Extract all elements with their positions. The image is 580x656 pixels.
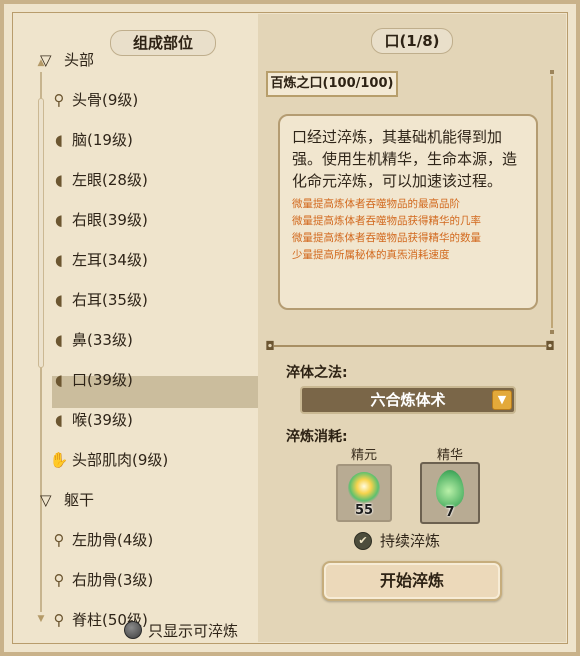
bone-icon: ⚲ [53,571,65,589]
continuous-checkbox[interactable]: ✔ [354,532,372,550]
part-item-throat[interactable]: ◖ 喉(39级) [48,404,133,436]
bone-icon: ⚲ [53,91,65,109]
bone-icon: ⚲ [53,531,65,549]
section-divider: ◘ ◘ [264,340,556,352]
part-label: 左耳(34级) [72,251,148,269]
bonus-line: 少量提高所属秘体的真炁消耗速度 [292,249,450,261]
bonus-line: 微量提高炼体者吞噬物品获得精华的数量 [292,232,481,244]
method-value: 六合炼体术 [370,391,446,409]
essence-orb-icon [348,472,380,504]
method-dropdown[interactable]: 六合炼体术 ▼ [300,386,516,414]
scroll-cap-bottom [550,330,554,334]
filter-toggle[interactable]: 只显示可淬炼 [124,620,238,642]
part-item-right-rib[interactable]: ⚲ 右肋骨(3级) [48,564,154,596]
cost-name-elixir: 精华 [436,448,463,463]
part-label: 右肋骨(3级) [72,571,154,589]
organ-icon: ◖ [55,411,63,429]
part-title: 口(1/8) [371,28,453,54]
part-item-head-muscle[interactable]: ✋ 头部肌肉(9级) [48,444,169,476]
collapse-triangle-icon: ▽ [40,51,52,69]
part-item-left-eye[interactable]: ◖ 左眼(28级) [48,164,148,196]
cost-name-essence: 精元 [350,448,377,463]
category-label: 头部 [64,51,95,69]
part-item-right-eye[interactable]: ◖ 右眼(39级) [48,204,148,236]
collapse-triangle-icon: ▽ [40,491,52,509]
filter-radio-icon[interactable] [124,621,142,639]
cost-count-elixir: 7 [445,505,455,520]
part-item-left-rib[interactable]: ⚲ 左肋骨(4级) [48,524,154,556]
part-label: 脑(19级) [72,131,133,149]
bonus-line: 微量提高炼体者吞噬物品获得精华的几率 [292,215,481,227]
part-item-left-ear[interactable]: ◖ 左耳(34级) [48,244,148,276]
cost-slot-essence[interactable]: 55 [336,464,392,522]
chevron-down-icon[interactable]: ▼ [492,390,512,410]
organ-icon: ◖ [55,211,63,229]
organ-icon: ◖ [55,251,63,269]
part-label: 右眼(39级) [72,211,148,229]
organ-icon: ◖ [55,131,63,149]
divider-line [274,345,546,347]
description-text: 口经过淬炼，其基础机能得到加强。使用生机精华，生命本源，造化命元淬炼，可以加速该… [292,128,518,190]
description-box: 口经过淬炼，其基础机能得到加强。使用生机精华，生命本源，造化命元淬炼，可以加速该… [278,114,538,310]
refine-stage-tab[interactable]: 百炼之口(100/100) [266,71,398,97]
refine-detail-panel: 口(1/8) 百炼之口(100/100) 口经过淬炼，其基础机能得到加强。使用生… [258,14,566,642]
cost-label: 淬炼消耗: [286,429,348,445]
part-label: 右耳(35级) [72,291,148,309]
body-part-panel: 组成部位 ▲ ▼ ▽ 头部 ⚲ 头骨(9级) ◖ 脑(19级) ◖ 左眼(28级) ◖ 右… [14,14,272,642]
continuous-label: 持续淬炼 [380,532,441,550]
knot-ornament-icon: ◘ [545,339,555,353]
part-label: 左肋骨(4级) [72,531,154,549]
category-head[interactable]: ▽ 头部 [40,44,94,76]
category-torso[interactable]: ▽ 躯干 [40,484,94,516]
method-label: 淬体之法: [286,365,348,381]
part-item-nose[interactable]: ◖ 鼻(33级) [48,324,133,356]
scroll-track [551,76,553,328]
bonus-line: 微量提高炼体者吞噬物品的最高品阶 [292,198,460,210]
part-item-brain[interactable]: ◖ 脑(19级) [48,124,133,156]
start-refine-button[interactable]: 开始淬炼 [322,561,502,601]
part-item-skull[interactable]: ⚲ 头骨(9级) [48,84,139,116]
part-label: 喉(39级) [72,411,133,429]
part-label: 左眼(28级) [72,171,148,189]
organ-icon: ◖ [55,171,63,189]
body-part-tree: ▽ 头部 ⚲ 头骨(9级) ◖ 脑(19级) ◖ 左眼(28级) ◖ 右眼(39级) ◖ 左… [14,14,272,628]
organ-icon: ◖ [55,331,63,349]
green-droplet-icon [436,470,464,508]
part-label: 头部肌肉(9级) [72,451,169,469]
muscle-icon: ✋ [49,451,69,469]
category-label: 躯干 [64,491,95,509]
detail-scrollbar[interactable] [550,70,554,334]
part-item-mouth[interactable]: ◖ 口(39级) [48,364,133,396]
cost-count-essence: 55 [354,503,374,518]
filter-label: 只显示可淬炼 [148,622,239,640]
part-label: 头骨(9级) [72,91,139,109]
organ-icon: ◖ [55,371,63,389]
cost-slot-elixir[interactable]: 7 [420,462,480,524]
organ-icon: ◖ [55,291,63,309]
part-label: 鼻(33级) [72,331,133,349]
part-item-right-ear[interactable]: ◖ 右耳(35级) [48,284,148,316]
bone-icon: ⚲ [53,611,65,628]
part-label: 口(39级) [72,371,133,389]
scroll-cap-top [550,70,554,74]
